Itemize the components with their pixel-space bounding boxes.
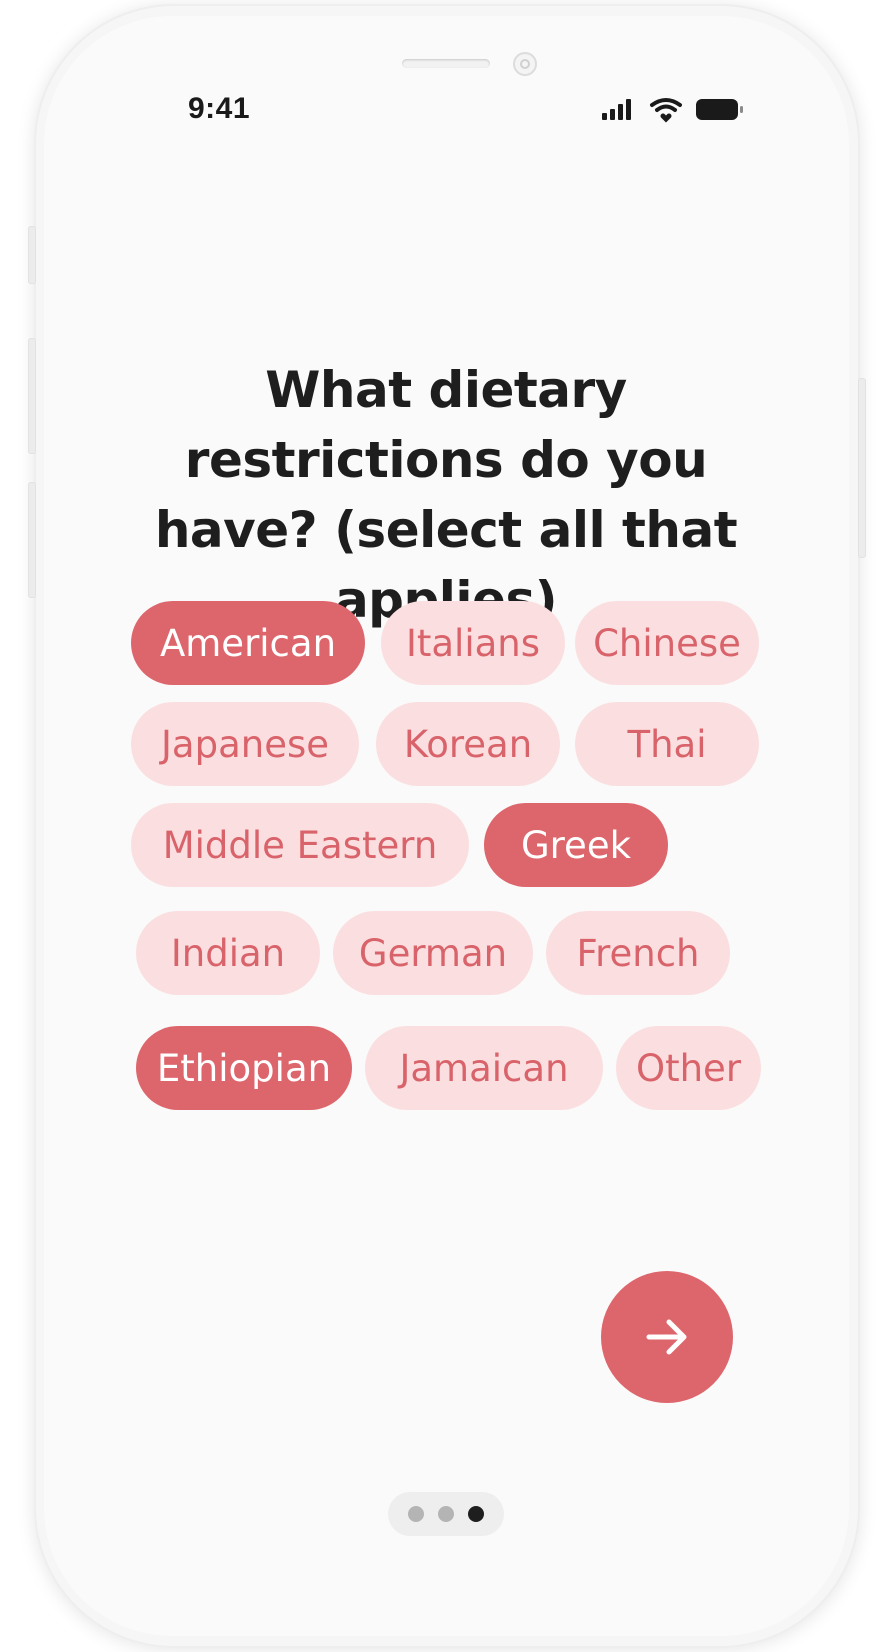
- page-dot[interactable]: [468, 1506, 484, 1522]
- option-label: Japanese: [161, 722, 329, 766]
- option-chip[interactable]: Jamaican: [365, 1026, 603, 1110]
- option-label: Greek: [520, 823, 632, 867]
- option-chip[interactable]: American: [131, 601, 365, 685]
- page-dot[interactable]: [408, 1506, 424, 1522]
- option-label: Ethiopian: [156, 1046, 332, 1090]
- option-chip[interactable]: German: [333, 911, 533, 995]
- status-icons: [602, 98, 743, 123]
- option-label: French: [576, 931, 700, 975]
- status-time: 9:41: [188, 92, 251, 125]
- option-chip[interactable]: Middle Eastern: [131, 803, 469, 887]
- option-label: Middle Eastern: [162, 823, 438, 867]
- page-dot[interactable]: [438, 1506, 454, 1522]
- option-chip[interactable]: Japanese: [131, 702, 359, 786]
- option-label: Korean: [403, 722, 533, 766]
- option-label: Jamaican: [399, 1046, 569, 1090]
- option-label: Other: [635, 1046, 742, 1090]
- question-title: What dietary restrictions do you have? (…: [154, 361, 738, 629]
- option-label: Indian: [170, 931, 286, 975]
- option-label: Chinese: [593, 621, 741, 665]
- option-chip[interactable]: Korean: [376, 702, 560, 786]
- option-chip[interactable]: Ethiopian: [136, 1026, 352, 1110]
- option-label: Italians: [405, 621, 541, 665]
- option-chip[interactable]: Italians: [381, 601, 565, 685]
- mute-switch: [28, 226, 36, 284]
- arrow-right-icon: [646, 1319, 687, 1355]
- option-chip[interactable]: Other: [616, 1026, 761, 1110]
- signal-icon: [602, 99, 631, 120]
- battery-icon: [696, 99, 743, 120]
- front-camera: [513, 52, 537, 76]
- option-label: German: [358, 931, 508, 975]
- wifi-icon: [650, 98, 682, 123]
- option-label: American: [159, 621, 337, 665]
- option-label: Thai: [627, 722, 707, 766]
- earpiece-speaker: [402, 59, 490, 68]
- option-chip[interactable]: Thai: [575, 702, 759, 786]
- option-chip[interactable]: Indian: [136, 911, 320, 995]
- page-indicator: [388, 1492, 504, 1536]
- next-button[interactable]: [601, 1271, 733, 1403]
- option-chip[interactable]: Chinese: [575, 601, 759, 685]
- option-chip[interactable]: Greek: [484, 803, 668, 887]
- option-chip[interactable]: French: [546, 911, 730, 995]
- volume-down-button: [28, 482, 36, 598]
- volume-up-button: [28, 338, 36, 454]
- power-button: [858, 378, 866, 558]
